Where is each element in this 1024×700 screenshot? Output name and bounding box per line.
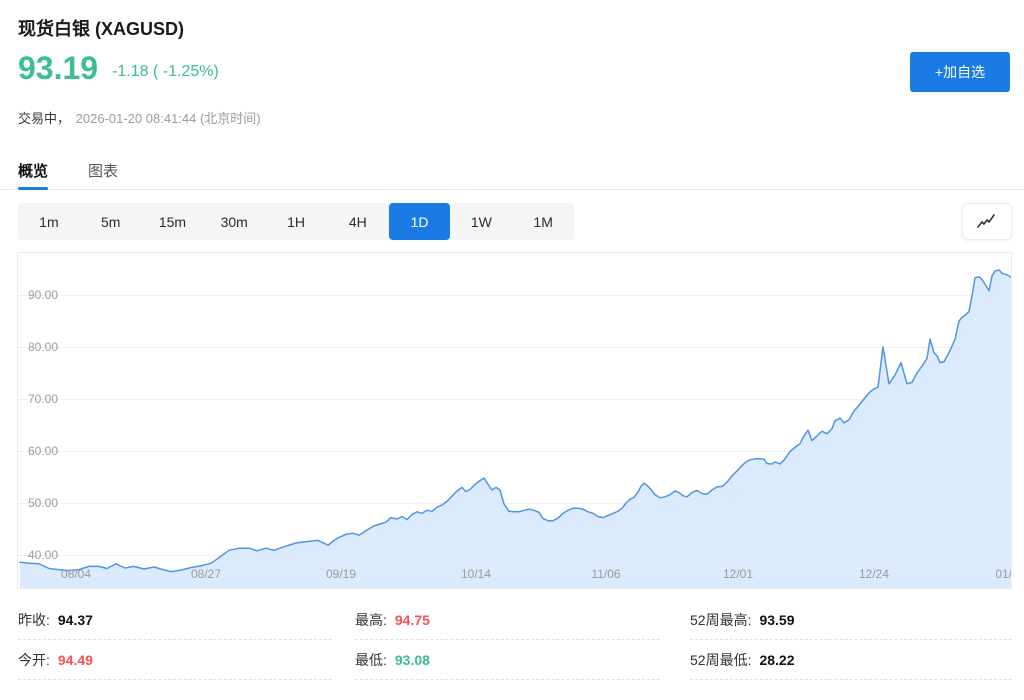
y-axis-label: 80.00 — [28, 340, 59, 354]
timeframe-1m-month[interactable]: 1M — [512, 203, 574, 240]
stat-label: 52周最低: — [690, 651, 752, 668]
price-chart[interactable]: 90.00 80.00 70.00 60.00 50.00 40.00 08/04 08/27… — [17, 252, 1012, 589]
line-chart-icon — [977, 213, 995, 228]
timeframe-15m[interactable]: 15m — [142, 203, 204, 240]
x-axis-label: 08/27 — [190, 567, 222, 581]
timeframe-5m[interactable]: 5m — [80, 203, 142, 240]
timeframe-1m[interactable]: 1m — [18, 203, 80, 240]
stat-value: 94.37 — [57, 611, 93, 628]
stat-label: 52周最高: — [690, 611, 752, 628]
timeframe-30m[interactable]: 30m — [203, 203, 265, 240]
stat-open: 今开: 94.49 — [18, 640, 332, 680]
tab-bar: 概览 图表 — [0, 152, 1024, 190]
tab-overview[interactable]: 概览 — [18, 152, 48, 189]
stat-value: 93.59 — [759, 611, 795, 628]
x-axis-label: 11/06 — [591, 567, 621, 581]
quote-timestamp: 2026-01-20 08:41:44 (北京时间) — [75, 111, 261, 126]
x-axis-label: 01/2 — [995, 567, 1012, 581]
price-change: -1.18 ( -1.25%) — [112, 63, 219, 80]
tab-chart[interactable]: 图表 — [88, 152, 118, 189]
stat-prev-close: 昨收: 94.37 — [18, 600, 332, 640]
y-axis-label: 70.00 — [28, 392, 59, 406]
price-block: 93.19 -1.18 ( -1.25%) — [18, 52, 219, 84]
stats-column-2: 最高: 94.75 最低: 93.08 — [355, 600, 660, 680]
timeframe-selector: 1m 5m 15m 30m 1H 4H 1D 1W 1M — [18, 203, 574, 240]
y-axis-label: 40.00 — [28, 548, 59, 562]
current-price: 93.19 — [18, 50, 99, 86]
stats-column-3: 52周最高: 93.59 52周最低: 28.22 — [690, 600, 1012, 680]
market-status-row: 交易中， 2026-01-20 08:41:44 (北京时间) — [18, 108, 261, 127]
stat-value: 28.22 — [759, 651, 795, 668]
x-axis-label: 10/14 — [460, 567, 492, 581]
market-status: 交易中， — [18, 111, 71, 126]
stat-label: 最高: — [355, 611, 387, 628]
stat-value: 93.08 — [394, 651, 430, 668]
axis-label-layer: 90.00 80.00 70.00 60.00 50.00 40.00 08/04 08/27… — [18, 253, 1011, 588]
timeframe-1w[interactable]: 1W — [450, 203, 512, 240]
x-axis-label: 12/01 — [722, 567, 754, 581]
y-axis-label: 90.00 — [28, 288, 59, 302]
x-axis-label: 08/04 — [60, 567, 92, 581]
timeframe-1d[interactable]: 1D — [388, 203, 451, 240]
stat-52w-high: 52周最高: 93.59 — [690, 600, 1012, 640]
x-axis-label: 12/24 — [858, 567, 890, 581]
stat-high: 最高: 94.75 — [355, 600, 660, 640]
x-axis-label: 09/19 — [325, 567, 357, 581]
timeframe-4h[interactable]: 4H — [327, 203, 389, 240]
stat-value: 94.75 — [394, 611, 430, 628]
add-watchlist-button[interactable]: +加自选 — [910, 52, 1010, 92]
stats-column-1: 昨收: 94.37 今开: 94.49 — [18, 600, 332, 680]
stat-low: 最低: 93.08 — [355, 640, 660, 680]
stat-52w-low: 52周最低: 28.22 — [690, 640, 1012, 680]
stat-label: 最低: — [355, 651, 387, 668]
stat-label: 今开: — [18, 651, 50, 668]
stat-value: 94.49 — [57, 651, 93, 668]
y-axis-label: 50.00 — [28, 496, 59, 510]
stat-label: 昨收: — [18, 611, 50, 628]
page-title: 现货白银 (XAGUSD) — [18, 19, 184, 39]
y-axis-label: 60.00 — [28, 444, 59, 458]
chart-style-button[interactable] — [962, 203, 1012, 240]
timeframe-1h[interactable]: 1H — [265, 203, 327, 240]
